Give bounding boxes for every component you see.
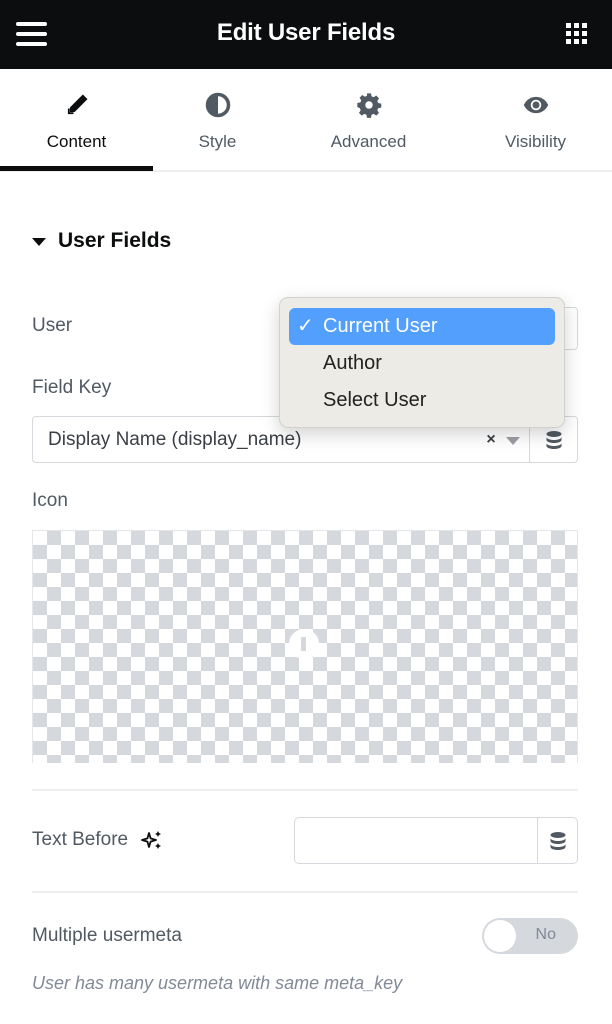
dropdown-option-author[interactable]: Author bbox=[289, 345, 555, 382]
multiple-usermeta-label: Multiple usermeta bbox=[32, 925, 182, 946]
multiple-usermeta-toggle[interactable]: No bbox=[482, 918, 578, 954]
option-label: Author bbox=[323, 352, 382, 374]
panel-tabs: Content Style Advanced Visibility bbox=[0, 69, 612, 172]
top-bar: Edit User Fields bbox=[0, 0, 612, 69]
icon-preview bbox=[289, 629, 319, 659]
tab-label: Style bbox=[198, 132, 237, 151]
grid-icon[interactable] bbox=[566, 23, 588, 45]
dropdown-option-select-user[interactable]: Select User bbox=[289, 382, 555, 419]
section-title: User Fields bbox=[58, 229, 172, 252]
option-label: Select User bbox=[323, 389, 427, 411]
text-before-label: Text Before bbox=[32, 829, 129, 851]
tab-style[interactable]: Style bbox=[141, 69, 294, 170]
database-icon bbox=[550, 831, 565, 850]
caret-down-icon bbox=[32, 238, 46, 246]
tab-label: Visibility bbox=[504, 132, 567, 151]
tab-label: Content bbox=[46, 132, 107, 151]
divider bbox=[32, 891, 578, 893]
user-dropdown-menu: ✓ Current User Author Select User bbox=[279, 297, 565, 428]
text-before-field bbox=[294, 817, 578, 864]
checkmark-icon: ✓ bbox=[297, 315, 314, 337]
icon-label: Icon bbox=[32, 490, 68, 511]
user-label: User bbox=[32, 315, 73, 336]
dropdown-option-current-user[interactable]: ✓ Current User bbox=[289, 308, 555, 345]
database-icon bbox=[546, 430, 561, 449]
multiple-usermeta-help: User has many usermeta with same meta_ke… bbox=[32, 973, 403, 993]
toggle-knob bbox=[484, 920, 516, 952]
panel-title: Edit User Fields bbox=[216, 19, 396, 46]
text-before-input[interactable] bbox=[295, 818, 537, 863]
tab-advanced[interactable]: Advanced bbox=[292, 69, 445, 170]
tab-content[interactable]: Content bbox=[0, 69, 153, 171]
half-circle-icon bbox=[205, 92, 230, 118]
dynamic-tags-button[interactable] bbox=[537, 818, 577, 863]
option-label: Current User bbox=[323, 315, 438, 337]
gear-icon bbox=[356, 93, 381, 118]
divider bbox=[32, 789, 578, 791]
pencil-icon bbox=[67, 94, 87, 115]
tab-label: Advanced bbox=[330, 132, 407, 151]
ai-sparkle-icon[interactable] bbox=[141, 829, 163, 851]
toggle-label: No bbox=[535, 926, 556, 943]
section-toggle-user-fields[interactable]: User Fields bbox=[32, 229, 171, 253]
text-before-label-wrap: Text Before bbox=[32, 829, 163, 851]
tab-visibility[interactable]: Visibility bbox=[459, 69, 612, 170]
icon-picker[interactable] bbox=[32, 530, 578, 763]
eye-icon bbox=[523, 96, 548, 114]
field-key-label: Field Key bbox=[32, 377, 112, 398]
